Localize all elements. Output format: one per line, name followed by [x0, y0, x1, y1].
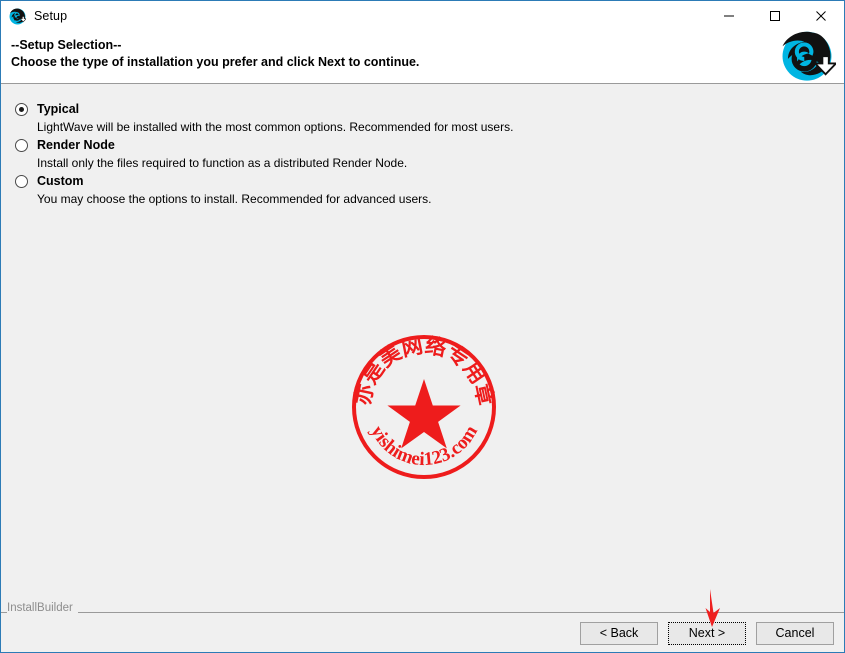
option-custom[interactable]: Custom You may choose the options to ins… — [15, 172, 715, 207]
next-button[interactable]: Next > — [668, 622, 746, 645]
header-band: --Setup Selection-- Choose the type of i… — [1, 31, 844, 83]
cancel-button-label: Cancel — [775, 626, 815, 641]
maximize-icon — [770, 11, 780, 21]
window-title: Setup — [34, 9, 68, 23]
radio-custom[interactable] — [15, 174, 28, 188]
option-render-node-description: Install only the files required to funct… — [37, 156, 408, 170]
lightwave-logo — [782, 31, 836, 81]
watermark-stamp: 亦是美网络专用章 yishimei123.com — [350, 333, 498, 479]
radio-render-node[interactable] — [15, 138, 28, 152]
stamp-top-text: 亦是美网络专用章 — [350, 333, 497, 407]
footer-separator — [1, 612, 844, 613]
footer-buttons: < Back Next > Cancel — [580, 622, 834, 645]
option-render-node-head[interactable]: Render Node — [15, 136, 715, 154]
install-type-radio-group: Typical LightWave will be installed with… — [15, 100, 715, 208]
option-typical-head[interactable]: Typical — [15, 100, 715, 118]
cancel-button[interactable]: Cancel — [756, 622, 834, 645]
content-area: Typical LightWave will be installed with… — [1, 84, 844, 612]
header-title: --Setup Selection-- — [11, 38, 122, 52]
radio-typical[interactable] — [15, 102, 28, 116]
option-custom-description: You may choose the options to install. R… — [37, 192, 432, 206]
minimize-icon — [724, 15, 734, 17]
option-render-node[interactable]: Render Node Install only the files requi… — [15, 136, 715, 171]
maximize-button[interactable] — [752, 1, 798, 31]
stamp-bottom-text: yishimei123.com — [366, 422, 482, 470]
installbuilder-brand: InstallBuilder — [7, 602, 78, 614]
header-subtitle: Choose the type of installation you pref… — [11, 55, 420, 69]
stamp-star-icon — [387, 379, 461, 449]
lightwave-spiral-icon — [9, 8, 26, 24]
svg-text:yishimei123.com: yishimei123.com — [366, 422, 482, 470]
close-button[interactable] — [798, 1, 844, 31]
title-bar: Setup — [1, 1, 844, 31]
svg-text:亦是美网络专用章: 亦是美网络专用章 — [350, 333, 497, 407]
back-button[interactable]: < Back — [580, 622, 658, 645]
option-render-node-label: Render Node — [37, 138, 115, 152]
close-icon — [816, 11, 826, 21]
next-button-label: Next > — [688, 626, 726, 641]
option-custom-label: Custom — [37, 174, 84, 188]
option-typical-label: Typical — [37, 102, 80, 116]
window-controls — [706, 1, 844, 31]
option-custom-head[interactable]: Custom — [15, 172, 715, 190]
footer-bar: InstallBuilder < Back Next > Cancel — [1, 602, 844, 652]
option-typical-description: LightWave will be installed with the mos… — [37, 120, 514, 134]
setup-window: Setup --Setup Selection-- Choose the typ… — [0, 0, 845, 653]
back-button-label: < Back — [599, 626, 639, 641]
option-typical[interactable]: Typical LightWave will be installed with… — [15, 100, 715, 135]
minimize-button[interactable] — [706, 1, 752, 31]
